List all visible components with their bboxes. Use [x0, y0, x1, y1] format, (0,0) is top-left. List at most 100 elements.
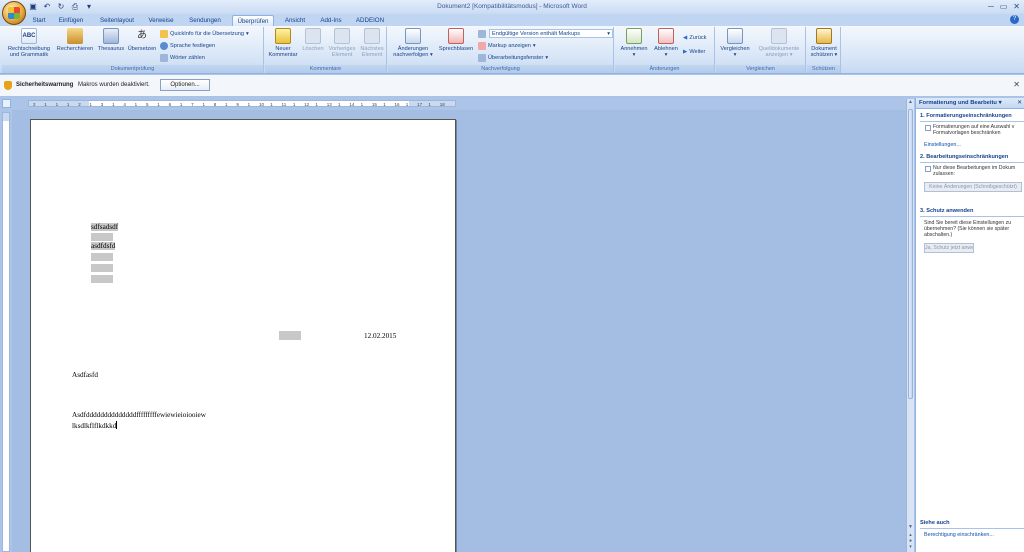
language-button[interactable]: Sprache festlegen: [160, 42, 215, 50]
compare-button[interactable]: Vergleichen ▾: [718, 28, 752, 58]
ruler-tick: 12: [304, 102, 310, 107]
track-changes-icon: [405, 28, 421, 44]
tab-einfuegen[interactable]: Einfügen: [57, 15, 85, 26]
back-button[interactable]: ◀ Zurück: [683, 35, 706, 41]
next-comment-button[interactable]: Nächstes Element: [357, 28, 387, 58]
forward-button[interactable]: ▶ Weiter: [683, 49, 705, 55]
apply-protection-text-3: abschalten.): [924, 232, 953, 238]
doc-date[interactable]: 12.02.2015: [364, 332, 396, 340]
divider: [920, 216, 1024, 217]
ruler-tick: 1: [157, 102, 160, 107]
divider: [920, 162, 1024, 163]
security-title: Sicherheitswarnung: [16, 82, 74, 88]
ruler-tick: 7: [191, 102, 194, 107]
delete-comment-button[interactable]: Löschen: [299, 28, 327, 52]
ruler-tick: 9: [236, 102, 239, 107]
title-bar: ▣ ↶ ↻ ⎙ ▾ Dokument2 [Kompatibilitätsmodu…: [0, 0, 1024, 14]
research-button[interactable]: Recherchieren: [54, 28, 96, 52]
apply-protection-button[interactable]: Ja, Schutz jetzt anwenden: [924, 243, 974, 253]
next-page-icon[interactable]: ▾: [907, 544, 914, 550]
ruler-tick: 1: [66, 102, 70, 107]
group-schuetzen: Dokument schützen ▾ Schützen: [807, 27, 841, 73]
balloons-icon: [448, 28, 464, 44]
scroll-down-icon[interactable]: ▼: [907, 524, 914, 530]
translate-button[interactable]: あ Übersetzen: [126, 28, 158, 52]
tab-sendungen[interactable]: Sendungen: [186, 15, 224, 26]
group-label-nachverfolgung: Nachverfolgung: [388, 65, 613, 73]
security-warning-bar: Sicherheitswarnung Makros wurden deaktiv…: [0, 75, 1024, 97]
ruler-tick: 1: [383, 102, 386, 107]
tab-addins[interactable]: Add-Ins: [318, 15, 344, 26]
shaded-field: [91, 253, 113, 261]
review-pane-button[interactable]: Überarbeitungsfenster ▾: [478, 54, 548, 62]
horizontal-ruler[interactable]: 2 1 1 1 2 1 3 1 4 1 5 1 6 1 7 1 8 1 9 1 10 1 11 1 12 1 13 1 14 1 15 1 16…: [28, 100, 456, 107]
source-documents-button[interactable]: Quelldokumente anzeigen ▾: [754, 28, 804, 58]
divider: [920, 528, 1024, 529]
options-button[interactable]: Optionen...: [160, 79, 210, 91]
tab-ansicht[interactable]: Ansicht: [282, 15, 308, 26]
office-button[interactable]: [2, 1, 26, 25]
formatting-restriction-checkbox[interactable]: [925, 125, 931, 131]
doc-line-2[interactable]: asdfdsfd: [91, 242, 116, 250]
spelling-button[interactable]: ABC Rechtschreibung und Grammatik: [4, 28, 54, 58]
doc-line-5[interactable]: lksdlkflflkdkkd: [72, 421, 117, 430]
doc-line-1[interactable]: sdfsadsdf: [91, 223, 119, 231]
reject-button[interactable]: Ablehnen ▾: [651, 28, 681, 58]
tab-verweise[interactable]: Verweise: [146, 15, 176, 26]
tab-ueberpruefen[interactable]: Überprüfen: [232, 15, 274, 26]
protect-document-button[interactable]: Dokument schützen ▾: [809, 28, 839, 58]
previous-comment-icon: [334, 28, 350, 44]
tab-seitenlayout[interactable]: Seitenlayout: [96, 15, 138, 26]
new-comment-button[interactable]: Neuer Kommentar: [267, 28, 299, 58]
window-controls: ─ ▭ ✕: [988, 2, 1020, 11]
quickinfo-button[interactable]: QuickInfo für die Übersetzung ▾: [160, 30, 249, 38]
compare-icon: [727, 28, 743, 44]
thesaurus-button[interactable]: Thesaurus: [96, 28, 126, 52]
doc-line-3[interactable]: Asdfasfd: [72, 371, 98, 379]
help-icon[interactable]: ?: [1010, 15, 1019, 24]
scroll-thumb[interactable]: [908, 109, 913, 399]
accept-button[interactable]: Annehmen ▾: [617, 28, 651, 58]
group-label-aenderungen: Änderungen: [615, 65, 714, 73]
tab-selector[interactable]: [2, 99, 11, 108]
track-changes-button[interactable]: Änderungen nachverfolgen ▾: [390, 28, 436, 58]
document-page[interactable]: sdfsadsdf asdfdsfd 12.02.2015 Asdfasfd A…: [30, 119, 456, 552]
group-kommentare: Neuer Kommentar Löschen Vorheriges Eleme…: [265, 27, 387, 73]
document-area: sdfsadsdf asdfdsfd 12.02.2015 Asdfasfd A…: [12, 110, 906, 552]
previous-comment-button[interactable]: Vorheriges Element: [327, 28, 357, 58]
vertical-ruler-margin: [3, 113, 9, 121]
show-markup-button[interactable]: Markup anzeigen ▾: [478, 42, 536, 50]
group-nachverfolgung: Änderungen nachverfolgen ▾ Sprechblasen …: [388, 27, 614, 73]
maximize-icon[interactable]: ▭: [1000, 2, 1008, 11]
vertical-scrollbar[interactable]: ▲ ▼ ▴ ● ▾: [906, 99, 914, 552]
shaded-field: [279, 331, 301, 340]
research-book-icon: [67, 28, 83, 44]
close-task-pane-icon[interactable]: ✕: [1017, 98, 1022, 109]
markup-view-combo[interactable]: Endgültige Version enthält Markups ▾: [489, 29, 613, 38]
vertical-ruler[interactable]: [2, 112, 10, 552]
close-icon[interactable]: ✕: [1013, 2, 1020, 11]
ruler-tick: 1: [55, 102, 59, 107]
minimize-icon[interactable]: ─: [988, 2, 994, 11]
scroll-up-icon[interactable]: ▲: [907, 99, 914, 105]
wordcount-button[interactable]: Wörter zählen: [160, 54, 205, 62]
restrict-permission-link[interactable]: Berechtigung einschränken...: [924, 532, 994, 538]
tab-start[interactable]: Start: [30, 15, 48, 26]
balloons-button[interactable]: Sprechblasen: [436, 28, 476, 52]
chevron-down-icon: ▾: [607, 31, 610, 37]
section-formatting-restrictions: 1. Formatierungseinschränkungen: [920, 113, 1012, 119]
doc-line-4[interactable]: Asdfddddddddddddddfffffffffewiewieioiooi…: [72, 411, 206, 419]
editing-type-combo[interactable]: Keine Änderungen (Schreibgeschützt): [924, 182, 1022, 192]
protect-lock-icon: [816, 28, 832, 44]
tab-addeion[interactable]: ADDEION: [354, 15, 386, 26]
arrow-right-icon: ▶: [683, 49, 688, 55]
settings-link[interactable]: Einstellungen...: [924, 142, 961, 148]
next-comment-icon: [364, 28, 380, 44]
abc-check-icon: ABC: [21, 28, 37, 44]
group-label-vergleichen: Vergleichen: [716, 65, 805, 73]
close-security-bar-icon[interactable]: ✕: [1013, 80, 1020, 89]
group-vergleichen: Vergleichen ▾ Quelldokumente anzeigen ▾ V…: [716, 27, 806, 73]
section-editing-restrictions: 2. Bearbeitungseinschränkungen: [920, 154, 1009, 160]
ruler-tick: 1: [134, 102, 138, 107]
editing-restriction-checkbox[interactable]: [925, 166, 931, 172]
